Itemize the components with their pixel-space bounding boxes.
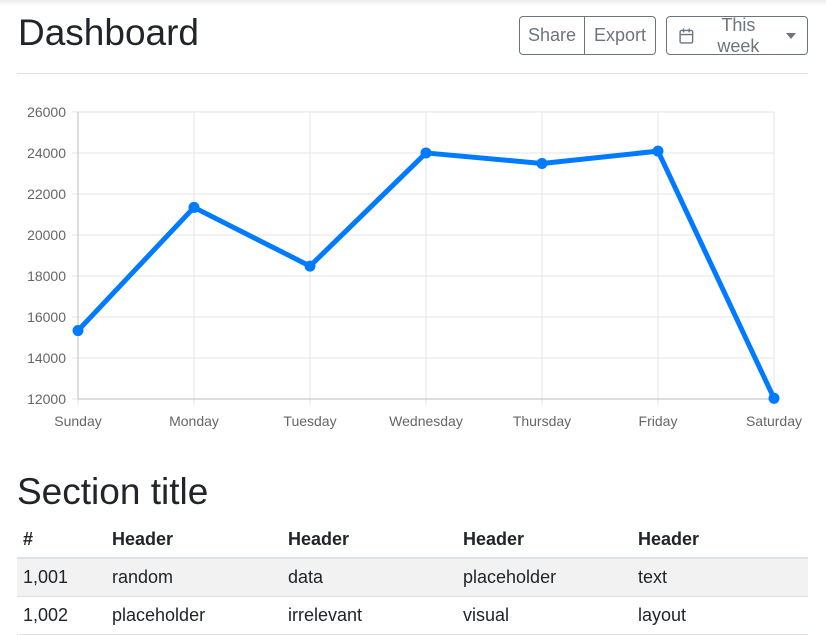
this-week-dropdown[interactable]: This week: [666, 14, 808, 56]
y-tick-label: 18000: [27, 268, 66, 284]
table-cell: placeholder: [457, 558, 632, 597]
y-tick-label: 14000: [27, 350, 66, 366]
calendar-icon: [679, 27, 694, 44]
this-week-label: This week: [717, 14, 760, 56]
data-point: [304, 260, 316, 272]
table-row: 1,001 random data placeholder text: [17, 558, 808, 597]
table-cell: 1,002: [17, 596, 106, 635]
data-point: [768, 392, 780, 404]
table-row: 1,002 placeholder irrelevant visual layo…: [17, 596, 808, 635]
table-cell: random: [106, 558, 282, 597]
data-point: [72, 325, 84, 337]
y-tick-label: 26000: [27, 104, 66, 120]
table-cell: text: [632, 558, 808, 597]
table-header-cell: #: [17, 522, 106, 559]
x-tick-label: Monday: [169, 413, 219, 429]
table-cell: layout: [632, 596, 808, 635]
y-tick-label: 22000: [27, 186, 66, 202]
x-tick-label: Tuesday: [283, 413, 336, 429]
table-cell: data: [282, 558, 457, 597]
data-point: [420, 147, 432, 159]
table-header-cell: Header: [632, 522, 808, 559]
data-point: [536, 157, 548, 169]
data-table: # Header Header Header Header 1,001 rand…: [17, 522, 808, 635]
table-header-row: # Header Header Header Header: [17, 522, 808, 559]
x-tick-label: Friday: [639, 413, 678, 429]
table-header-cell: Header: [282, 522, 457, 559]
page-title: Dashboard: [18, 12, 200, 53]
chevron-down-icon: [786, 32, 796, 39]
y-tick-label: 12000: [27, 391, 66, 407]
table-cell: 1,001: [17, 558, 106, 597]
page-header: Dashboard Share Export This week: [17, 0, 808, 74]
data-point: [652, 145, 664, 157]
section-title: Section title: [17, 471, 209, 512]
y-tick-label: 20000: [27, 227, 66, 243]
table-header-cell: Header: [106, 522, 282, 559]
table-cell: irrelevant: [282, 596, 457, 635]
x-tick-label: Saturday: [746, 413, 802, 429]
y-tick-label: 24000: [27, 145, 66, 161]
table-cell: visual: [457, 596, 632, 635]
export-button[interactable]: Export: [584, 16, 656, 55]
data-point: [188, 201, 200, 213]
x-tick-label: Thursday: [513, 413, 571, 429]
share-button[interactable]: Share: [519, 16, 585, 55]
line-chart: 12000 14000 16000 18000 20000 22000 24000 26000…: [27, 104, 802, 429]
table-header-cell: Header: [457, 522, 632, 559]
share-export-group: Share Export: [519, 16, 656, 55]
x-tick-label: Sunday: [54, 413, 101, 429]
y-tick-label: 16000: [27, 309, 66, 325]
x-tick-label: Wednesday: [389, 413, 463, 429]
table-cell: placeholder: [106, 596, 282, 635]
